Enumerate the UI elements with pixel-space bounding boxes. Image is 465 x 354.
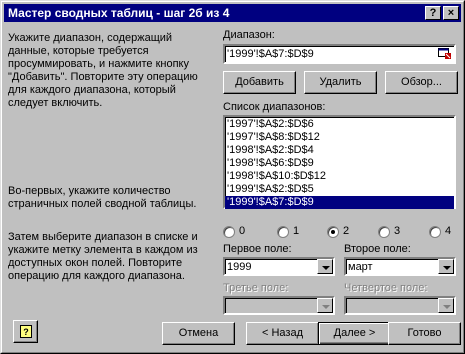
first-field-combo[interactable]: 1999 xyxy=(223,257,335,276)
range-input-value: '1999'!$A$7:$D$9 xyxy=(227,48,314,60)
third-field-label: Третье поле: xyxy=(223,282,289,294)
back-button[interactable]: < Назад xyxy=(246,322,319,345)
chevron-down-icon xyxy=(317,298,333,313)
radio-selected-dot xyxy=(331,230,335,234)
instructions-text-3: Затем выберите диапазон в списке и укажи… xyxy=(8,231,198,282)
add-button-label: Добавить xyxy=(235,76,284,88)
delete-button-label: Удалить xyxy=(319,76,362,88)
next-button-label: Далее > xyxy=(333,327,376,339)
next-button[interactable]: Далее > xyxy=(318,322,391,345)
page-fields-radio-label[interactable]: 4 xyxy=(445,225,451,237)
chevron-down-icon xyxy=(438,298,454,313)
back-button-label: < Назад xyxy=(262,327,303,339)
help-icon[interactable]: ? xyxy=(425,6,441,20)
finish-button[interactable]: Готово xyxy=(388,322,461,345)
chevron-down-icon[interactable] xyxy=(317,259,333,274)
cancel-button-label: Отмена xyxy=(178,327,219,339)
dialog-frame: Мастер сводных таблиц - шаг 2б из 4 ? × … xyxy=(1,1,464,353)
second-field-label: Второе поле: xyxy=(344,243,411,255)
instructions-text-2: Во-первых, укажите количество страничных… xyxy=(8,185,197,210)
page-fields-radio-label[interactable]: 3 xyxy=(394,225,400,237)
title-bar[interactable]: Мастер сводных таблиц - шаг 2б из 4 ? × xyxy=(4,4,461,22)
range-input[interactable]: '1999'!$A$7:$D$9 xyxy=(223,44,456,64)
page-fields-radio-label[interactable]: 0 xyxy=(239,225,245,237)
second-field-combo[interactable]: март xyxy=(344,257,456,276)
range-label: Диапазон: xyxy=(223,29,275,41)
browse-button-label: Обзор... xyxy=(401,76,442,88)
range-list[interactable]: '1997'!$A$2:$D$6'1997'!$A$8:$D$12'1998'!… xyxy=(223,115,456,209)
range-list-item[interactable]: '1999'!$A$2:$D$5 xyxy=(225,183,454,196)
delete-button[interactable]: Удалить xyxy=(304,71,377,94)
page-fields-radio-3[interactable] xyxy=(378,226,390,238)
add-button[interactable]: Добавить xyxy=(223,71,296,94)
page-fields-radio-4[interactable] xyxy=(429,226,441,238)
office-assistant-icon: ? xyxy=(19,325,33,346)
range-list-item[interactable]: '1997'!$A$2:$D$6 xyxy=(225,118,454,131)
range-list-item[interactable]: '1997'!$A$8:$D$12 xyxy=(225,131,454,144)
fourth-field-label: Четвертое поле: xyxy=(344,282,428,294)
range-list-label: Список диапазонов: xyxy=(223,101,326,113)
page-fields-radio-2[interactable] xyxy=(327,226,339,238)
office-assistant-button[interactable]: ? xyxy=(13,320,38,343)
page-fields-radio-label[interactable]: 2 xyxy=(343,225,349,237)
second-field-value: март xyxy=(348,261,373,273)
chevron-down-icon[interactable] xyxy=(438,259,454,274)
range-list-item[interactable]: '1998'!$A$2:$D$4 xyxy=(225,144,454,157)
first-field-value: 1999 xyxy=(227,261,252,273)
page-fields-radio-label[interactable]: 1 xyxy=(293,225,299,237)
dialog-title: Мастер сводных таблиц - шаг 2б из 4 xyxy=(8,6,230,20)
range-list-item[interactable]: '1998'!$A$10:$D$12 xyxy=(225,170,454,183)
close-icon[interactable]: × xyxy=(443,6,459,20)
instructions-text-1: Укажите диапазон, содержащий данные, кот… xyxy=(8,32,198,109)
range-list-item[interactable]: '1999'!$A$7:$D$9 xyxy=(225,196,454,209)
collapse-dialog-icon[interactable] xyxy=(438,47,452,60)
finish-button-label: Готово xyxy=(407,327,442,339)
browse-button[interactable]: Обзор... xyxy=(385,71,458,94)
fourth-field-combo xyxy=(344,296,456,315)
pivot-wizard-dialog: Мастер сводных таблиц - шаг 2б из 4 ? × … xyxy=(0,0,465,354)
page-fields-radio-0[interactable] xyxy=(223,226,235,238)
svg-text:?: ? xyxy=(23,327,29,337)
cancel-button[interactable]: Отмена xyxy=(162,322,235,345)
page-fields-radio-1[interactable] xyxy=(277,226,289,238)
first-field-label: Первое поле: xyxy=(223,243,292,255)
range-list-item[interactable]: '1998'!$A$6:$D$9 xyxy=(225,157,454,170)
third-field-combo xyxy=(223,296,335,315)
